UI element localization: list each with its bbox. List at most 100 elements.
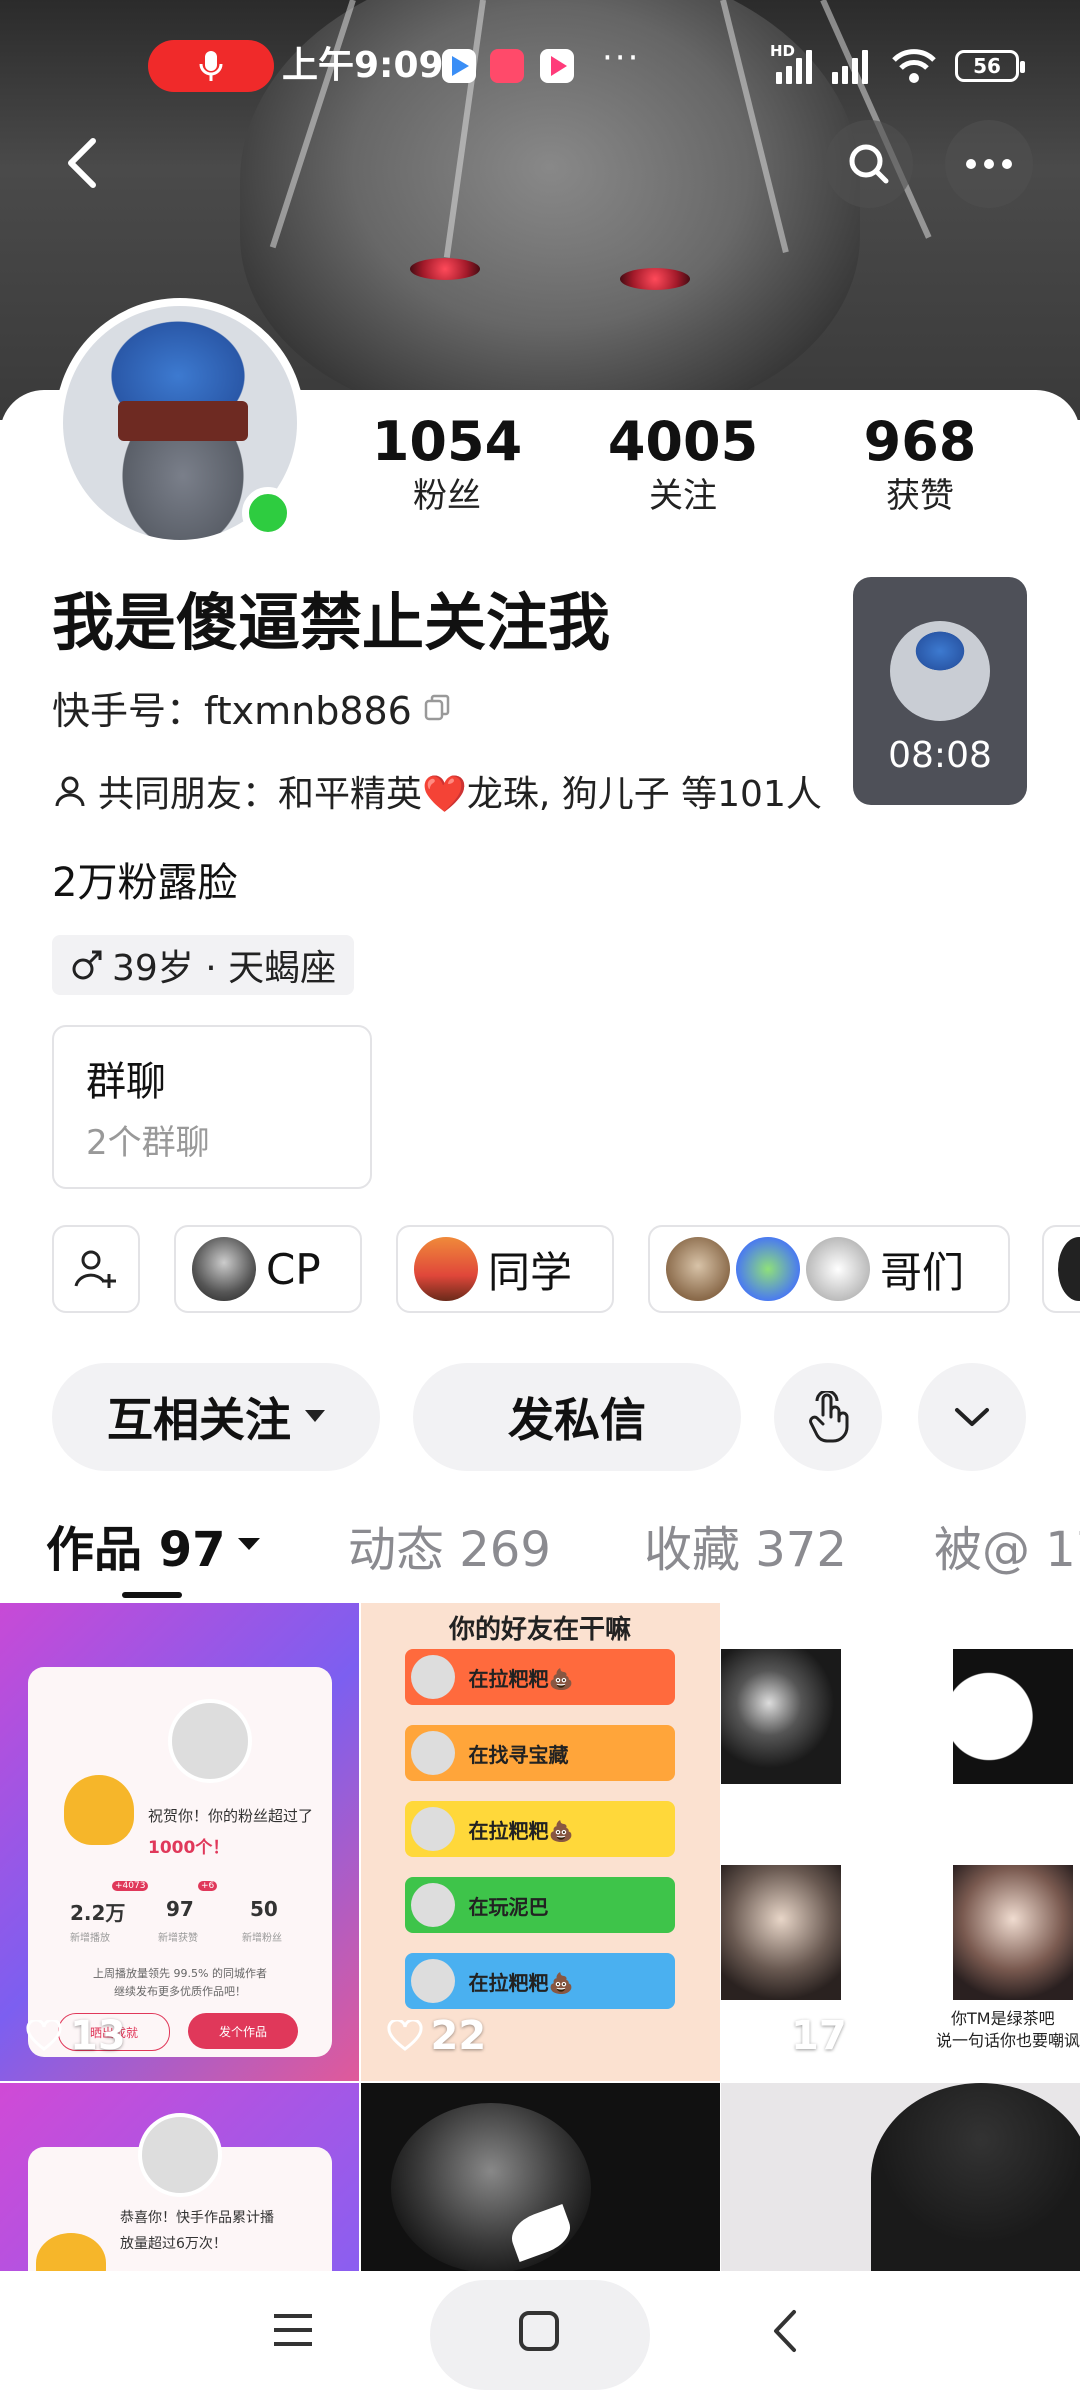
heart-icon	[747, 2020, 783, 2051]
mutual-follow-button[interactable]: 互相关注	[52, 1363, 380, 1471]
group-chat-subtitle: 2个群聊	[86, 1123, 210, 1163]
chip-avatar	[736, 1237, 800, 1301]
mic-icon	[199, 51, 223, 81]
chip-avatar	[666, 1237, 730, 1301]
stat-label: 获赞	[886, 476, 954, 516]
send-message-button[interactable]: 发私信	[413, 1363, 741, 1471]
mutual-follow-label: 互相关注	[107, 1393, 291, 1447]
profile-bio: 2万粉露脸	[52, 860, 238, 906]
achievement-card: 祝贺你！你的粉丝超过了 1000个！ 2.2万 +4073 新增播放 97 +6…	[28, 1667, 332, 2057]
poke-button[interactable]	[774, 1363, 882, 1471]
more-button[interactable]	[945, 120, 1033, 208]
mini-video-avatar	[890, 621, 990, 721]
card-stat: 97	[166, 1897, 194, 1921]
chip-label: CP	[266, 1244, 321, 1294]
age-zodiac-tag: 39岁 · 天蝎座	[52, 935, 355, 995]
works-grid: 祝贺你！你的粉丝超过了 1000个！ 2.2万 +4073 新增播放 97 +6…	[0, 1603, 1080, 2271]
status-row: 在拉粑粑💩	[404, 1649, 675, 1705]
signal-2-icon	[832, 48, 868, 84]
age-zodiac-text: 39岁 · 天蝎座	[112, 948, 337, 989]
search-icon	[849, 144, 889, 184]
caret-down-icon	[305, 1410, 325, 1422]
stat-label: 粉丝	[413, 476, 481, 516]
stat-label: 关注	[649, 476, 717, 516]
like-count: 22	[386, 2013, 486, 2059]
home-square-icon	[519, 2311, 559, 2351]
chip-cp[interactable]: CP	[174, 1225, 362, 1313]
chip-avatar	[806, 1237, 870, 1301]
group-chat-title: 群聊	[86, 1059, 166, 1105]
stat-following[interactable]: 4005 关注	[583, 410, 783, 518]
like-count-value: 13	[70, 2013, 126, 2059]
card-stat: 50	[250, 1897, 278, 1921]
tab-mentioned[interactable]: 被@ 17	[934, 1510, 1080, 1580]
tab-works[interactable]: 作品 97	[46, 1510, 260, 1580]
expand-button[interactable]	[918, 1363, 1026, 1471]
status-row-text: 在玩泥巴	[468, 1894, 549, 1919]
home-button[interactable]	[516, 2308, 562, 2358]
chip-more[interactable]	[1042, 1225, 1080, 1313]
chip-avatar	[192, 1237, 256, 1301]
app-notify-icon	[442, 49, 476, 83]
video-thumbnail[interactable]: 祝贺你！你的粉丝超过了 1000个！ 2.2万 +4073 新增播放 97 +6…	[0, 1603, 359, 2081]
stat-likes[interactable]: 968 获赞	[820, 410, 1020, 518]
trophy-icon	[64, 1775, 134, 1845]
chip-label: 哥们	[880, 1247, 965, 1297]
card-stat-delta: +6	[198, 1881, 218, 1891]
stat-value: 1054	[371, 410, 523, 473]
tap-hand-icon	[809, 1391, 849, 1443]
card-stat: 2.2万	[70, 1901, 126, 1925]
video-thumbnail[interactable]: 恭喜你！快手作品累计播 放量超过6万次！	[0, 2083, 359, 2271]
card-text: 放量超过6万次！	[120, 2236, 227, 2252]
stat-followers[interactable]: 1054 粉丝	[347, 410, 547, 518]
status-row-text: 在拉粑粑💩	[468, 1818, 574, 1843]
card-highlight: 1000个！	[148, 1838, 230, 1858]
card-note: 继续发布更多优质作品吧！	[114, 1985, 246, 1998]
live-replay-thumbnail[interactable]: 08:08	[853, 577, 1027, 805]
stat-value: 968	[863, 410, 977, 473]
copy-icon[interactable]	[422, 693, 452, 723]
add-relation-button[interactable]	[52, 1225, 140, 1313]
mic-recording-indicator[interactable]	[148, 40, 274, 92]
status-row: 在找寻宝藏	[404, 1725, 675, 1781]
chip-avatar	[414, 1237, 478, 1301]
chip-avatar	[1058, 1237, 1080, 1301]
status-time: 上午9:09	[282, 45, 444, 86]
tab-label: 作品 97	[46, 1522, 226, 1578]
tab-moments[interactable]: 动态 269	[348, 1510, 551, 1580]
more-notifications-icon: ···	[602, 38, 641, 78]
card-stat-delta: +4073	[112, 1881, 149, 1891]
thumb-caption: 你TM是绿茶吧	[951, 2009, 1055, 2028]
chip-classmate[interactable]: 同学	[396, 1225, 614, 1313]
tab-favorites[interactable]: 收藏 372	[644, 1510, 847, 1580]
kuaishou-id-text: 快手号：ftxmnb886	[52, 689, 412, 733]
video-thumbnail[interactable]	[360, 2083, 720, 2271]
status-bar: 上午9:09 ··· HD 56	[0, 0, 1080, 130]
kuaishou-id[interactable]: 快手号：ftxmnb886	[52, 680, 452, 735]
back-nav-button[interactable]	[770, 2306, 800, 2360]
video-thumbnail[interactable]: 你的好友在干嘛 在拉粑粑💩 在找寻宝藏 在拉粑粑💩 在玩泥巴 在拉粑粑💩 22	[360, 1603, 720, 2081]
profile-name: 我是傻逼禁止关注我	[52, 586, 611, 659]
card-stat-label: 新增粉丝	[242, 1933, 282, 1944]
back-icon	[774, 2310, 796, 2352]
chip-buddies[interactable]: 哥们	[648, 1225, 1010, 1313]
video-thumbnail[interactable]: 你TM是绿茶吧 说一句话你也要嘲讽 17	[721, 1603, 1080, 2081]
back-button[interactable]	[38, 118, 128, 208]
stat-value: 4005	[607, 410, 759, 473]
card-post-button: 发个作品	[188, 2013, 298, 2049]
group-chat-card[interactable]: 群聊 2个群聊	[52, 1025, 372, 1189]
active-tab-indicator	[122, 1592, 182, 1598]
card-stat-label: 新增播放	[70, 1933, 110, 1944]
caret-down-icon	[237, 1538, 260, 1550]
search-button[interactable]	[825, 120, 913, 208]
like-count: 17	[747, 2013, 847, 2059]
mutual-friends[interactable]: 共同朋友：和平精英❤️龙珠, 狗儿子 等101人	[52, 765, 822, 817]
battery-icon: 56	[955, 50, 1025, 82]
menu-button[interactable]	[270, 2310, 316, 2354]
more-horizontal-icon	[966, 159, 1012, 169]
back-arrow-icon	[68, 138, 96, 188]
video-thumbnail[interactable]	[721, 2083, 1080, 2271]
person-icon	[55, 776, 85, 807]
status-row: 在拉粑粑💩	[404, 1953, 675, 2009]
content-tabs: 作品 97 动态 269 收藏 372 被@ 17	[0, 1490, 1080, 1600]
